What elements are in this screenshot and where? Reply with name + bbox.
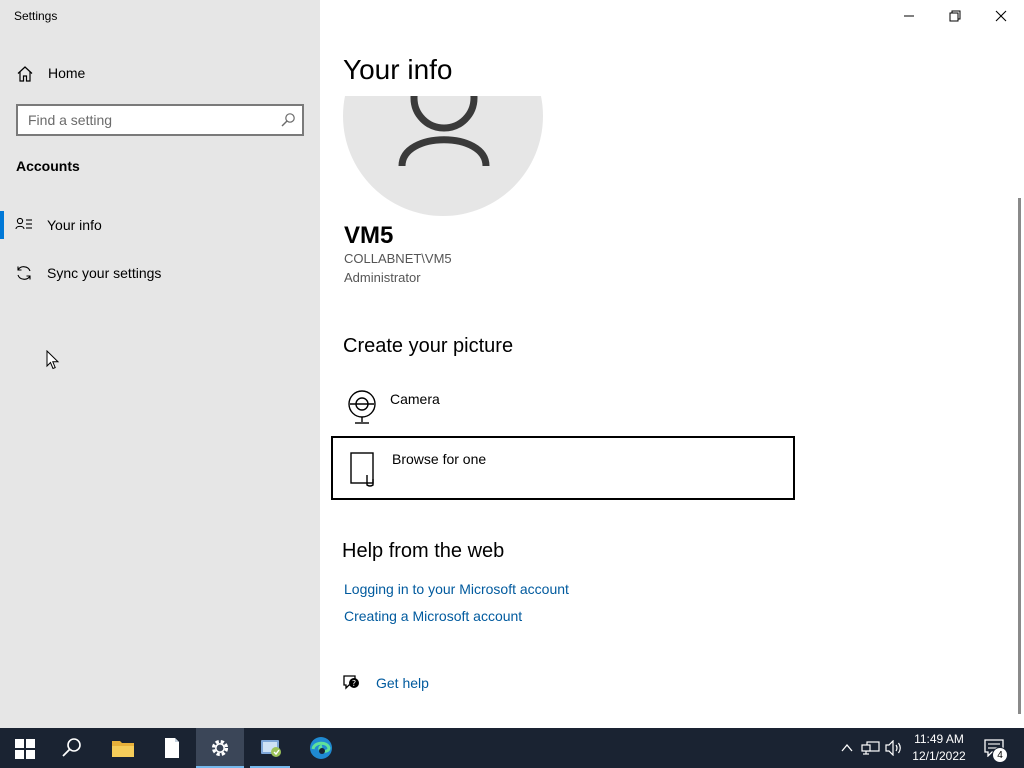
sidebar-item-label: Sync your settings bbox=[47, 265, 162, 281]
clock-time: 11:49 AM bbox=[914, 732, 964, 746]
camera-option[interactable]: Camera bbox=[331, 376, 795, 440]
network-tray-button[interactable] bbox=[860, 728, 882, 768]
action-center-button[interactable]: 4 bbox=[982, 728, 1014, 768]
restore-icon bbox=[949, 10, 961, 22]
edge-icon bbox=[310, 737, 332, 759]
restore-button[interactable] bbox=[932, 0, 978, 32]
create-picture-heading: Create your picture bbox=[343, 335, 514, 357]
page-title: Your info bbox=[343, 54, 453, 85]
find-setting-search[interactable] bbox=[16, 104, 304, 136]
file-explorer-button[interactable] bbox=[98, 728, 146, 768]
clock-date: 12/1/2022 bbox=[912, 749, 966, 763]
show-hidden-icons-button[interactable] bbox=[838, 728, 856, 768]
help-link-logging-in[interactable]: Logging in to your Microsoft account bbox=[344, 581, 569, 597]
vertical-scrollbar[interactable] bbox=[1018, 198, 1021, 714]
person-list-icon bbox=[15, 217, 32, 230]
app-title: Settings bbox=[14, 9, 58, 23]
close-icon bbox=[995, 10, 1007, 22]
home-label: Home bbox=[48, 65, 86, 81]
sync-icon bbox=[17, 266, 31, 280]
svg-text:?: ? bbox=[352, 679, 356, 688]
home-nav-item[interactable]: Home bbox=[0, 58, 320, 88]
settings-taskbar-button[interactable] bbox=[196, 728, 244, 768]
control-panel-button[interactable] bbox=[246, 728, 294, 768]
user-account: COLLABNET\VM5 bbox=[344, 251, 452, 266]
search-icon bbox=[62, 738, 81, 757]
edge-browser-button[interactable] bbox=[296, 728, 344, 768]
help-link-creating-account[interactable]: Creating a Microsoft account bbox=[344, 608, 522, 624]
sidebar-item-your-info[interactable]: Your info bbox=[0, 207, 320, 243]
taskbar-clock[interactable]: 11:49 AM 12/1/2022 bbox=[904, 731, 974, 765]
search-icon[interactable] bbox=[280, 112, 296, 128]
windows-logo-icon bbox=[15, 739, 35, 759]
notepad-button[interactable] bbox=[148, 728, 196, 768]
network-icon bbox=[861, 741, 880, 755]
user-name: VM5 bbox=[344, 222, 394, 249]
volume-tray-button[interactable] bbox=[884, 728, 904, 768]
search-input[interactable] bbox=[18, 106, 276, 134]
active-indicator bbox=[0, 211, 4, 239]
speaker-icon bbox=[885, 740, 901, 756]
document-icon bbox=[350, 452, 374, 487]
browse-label: Browse for one bbox=[392, 451, 487, 467]
webcam-icon bbox=[348, 390, 376, 424]
notification-count-badge: 4 bbox=[992, 747, 1008, 763]
minimize-button[interactable] bbox=[886, 0, 932, 32]
get-help-link[interactable]: Get help bbox=[376, 675, 429, 691]
camera-label: Camera bbox=[390, 391, 440, 407]
close-button[interactable] bbox=[978, 0, 1024, 32]
browse-for-one-option[interactable]: Browse for one bbox=[331, 436, 795, 500]
user-avatar bbox=[343, 96, 545, 218]
taskbar-search-button[interactable] bbox=[48, 728, 96, 768]
home-icon bbox=[17, 66, 33, 82]
notepad-icon bbox=[165, 738, 179, 758]
sidebar-item-sync-settings[interactable]: Sync your settings bbox=[0, 255, 320, 291]
help-heading: Help from the web bbox=[342, 540, 505, 562]
folder-icon bbox=[112, 741, 134, 757]
control-panel-icon bbox=[261, 740, 281, 757]
get-help-icon[interactable]: ? bbox=[342, 674, 362, 692]
mouse-cursor-icon bbox=[46, 350, 60, 370]
sidebar-item-label: Your info bbox=[47, 217, 102, 233]
user-role: Administrator bbox=[344, 270, 421, 285]
minimize-icon bbox=[904, 15, 914, 17]
section-title-accounts: Accounts bbox=[16, 158, 80, 174]
gear-icon bbox=[211, 739, 229, 757]
chevron-up-icon bbox=[841, 743, 853, 752]
start-button[interactable] bbox=[0, 728, 48, 768]
taskbar: 11:49 AM 12/1/2022 4 bbox=[0, 728, 1024, 768]
person-icon bbox=[398, 96, 490, 167]
